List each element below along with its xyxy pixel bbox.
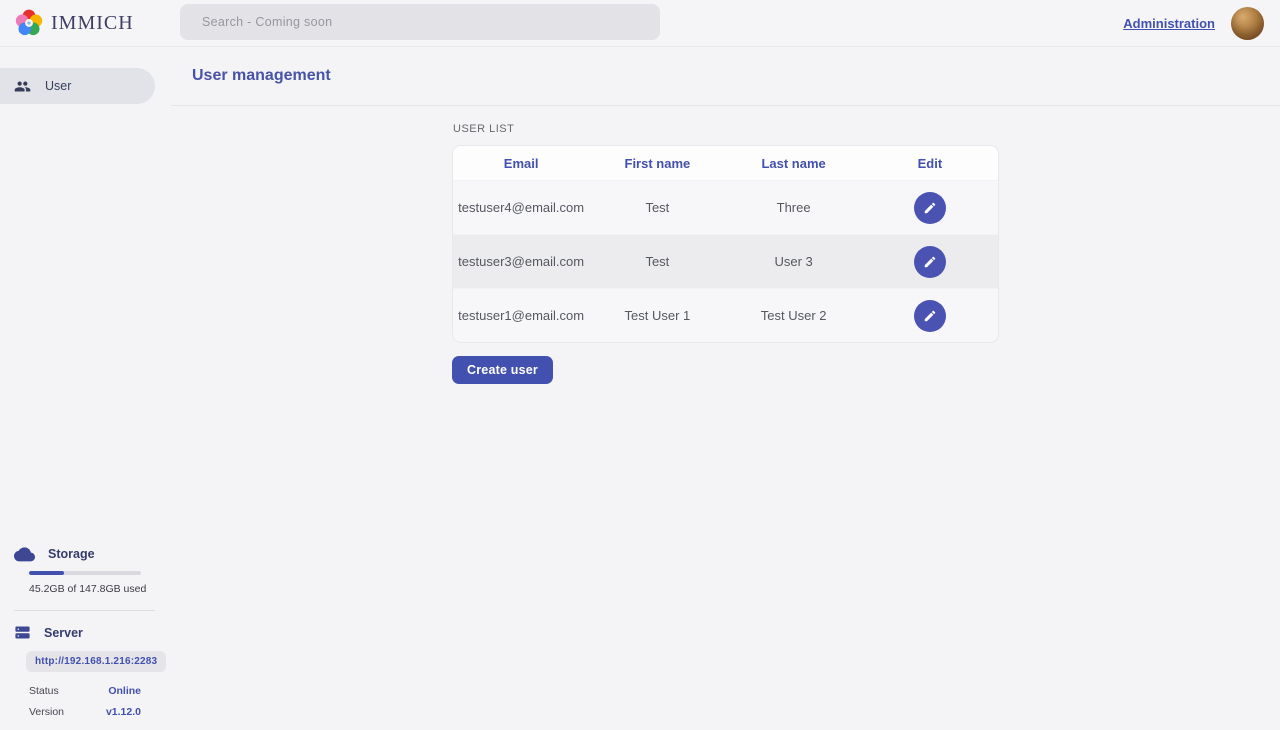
user-table: Email First name Last name Edit testuser… bbox=[452, 145, 999, 343]
page-header: User management bbox=[171, 47, 1280, 106]
cell-email: testuser3@email.com bbox=[453, 254, 589, 269]
storage-progress-bar bbox=[29, 571, 141, 575]
pencil-icon bbox=[923, 309, 937, 323]
server-status-row: Status Online bbox=[29, 685, 141, 697]
server-version-row: Version v1.12.0 bbox=[29, 706, 141, 718]
cell-first-name: Test bbox=[589, 254, 725, 269]
status-value: Online bbox=[108, 685, 141, 697]
cell-first-name: Test User 1 bbox=[589, 308, 725, 323]
storage-title: Storage bbox=[48, 547, 95, 561]
brand-name: IMMICH bbox=[51, 12, 134, 35]
version-value: v1.12.0 bbox=[106, 706, 141, 718]
column-header-email: Email bbox=[453, 156, 589, 171]
column-header-first-name: First name bbox=[589, 156, 725, 171]
sidebar-item-user[interactable]: User bbox=[0, 68, 155, 104]
edit-user-button[interactable] bbox=[914, 246, 946, 278]
administration-link[interactable]: Administration bbox=[1123, 16, 1215, 31]
edit-user-button[interactable] bbox=[914, 192, 946, 224]
create-user-button[interactable]: Create user bbox=[452, 356, 553, 384]
server-url-badge: http://192.168.1.216:2283 bbox=[26, 651, 166, 672]
cell-first-name: Test bbox=[589, 200, 725, 215]
cell-last-name: Three bbox=[726, 200, 862, 215]
user-avatar[interactable] bbox=[1231, 7, 1264, 40]
table-row: testuser1@email.com Test User 1 Test Use… bbox=[453, 288, 998, 342]
storage-usage-text: 45.2GB of 147.8GB used bbox=[29, 583, 171, 595]
version-label: Version bbox=[29, 706, 64, 718]
column-header-edit: Edit bbox=[862, 156, 998, 171]
table-row: testuser3@email.com Test User 3 bbox=[453, 234, 998, 288]
sidebar-bottom: Storage 45.2GB of 147.8GB used Server bbox=[0, 545, 171, 718]
cell-email: testuser1@email.com bbox=[453, 308, 589, 323]
cell-email: testuser4@email.com bbox=[453, 200, 589, 215]
pencil-icon bbox=[923, 201, 937, 215]
sidebar-item-label: User bbox=[45, 79, 71, 93]
storage-progress-fill bbox=[29, 571, 64, 575]
cloud-icon bbox=[14, 545, 35, 562]
search-input[interactable]: Search - Coming soon bbox=[180, 4, 660, 40]
top-navigation-bar: IMMICH Search - Coming soon Administrati… bbox=[0, 0, 1280, 47]
immich-logo-icon bbox=[15, 9, 43, 37]
cell-last-name: User 3 bbox=[726, 254, 862, 269]
pencil-icon bbox=[923, 255, 937, 269]
main-content: User management USER LIST Email First na… bbox=[171, 47, 1280, 730]
column-header-last-name: Last name bbox=[726, 156, 862, 171]
table-header: Email First name Last name Edit bbox=[453, 146, 998, 180]
storage-section-header: Storage bbox=[0, 545, 171, 562]
sidebar-divider bbox=[14, 610, 155, 611]
table-row: testuser4@email.com Test Three bbox=[453, 180, 998, 234]
server-title: Server bbox=[44, 626, 83, 640]
topbar-right: Administration bbox=[1123, 0, 1264, 47]
sidebar: User Storage 45.2GB of 147.8GB used bbox=[0, 47, 171, 730]
users-icon bbox=[14, 78, 31, 95]
brand: IMMICH bbox=[15, 9, 134, 37]
page-title: User management bbox=[192, 67, 331, 85]
edit-user-button[interactable] bbox=[914, 300, 946, 332]
user-list-label: USER LIST bbox=[453, 123, 999, 135]
server-icon bbox=[14, 624, 31, 641]
cell-last-name: Test User 2 bbox=[726, 308, 862, 323]
status-label: Status bbox=[29, 685, 59, 697]
search-placeholder: Search - Coming soon bbox=[202, 15, 332, 29]
server-section-header: Server bbox=[0, 624, 171, 641]
